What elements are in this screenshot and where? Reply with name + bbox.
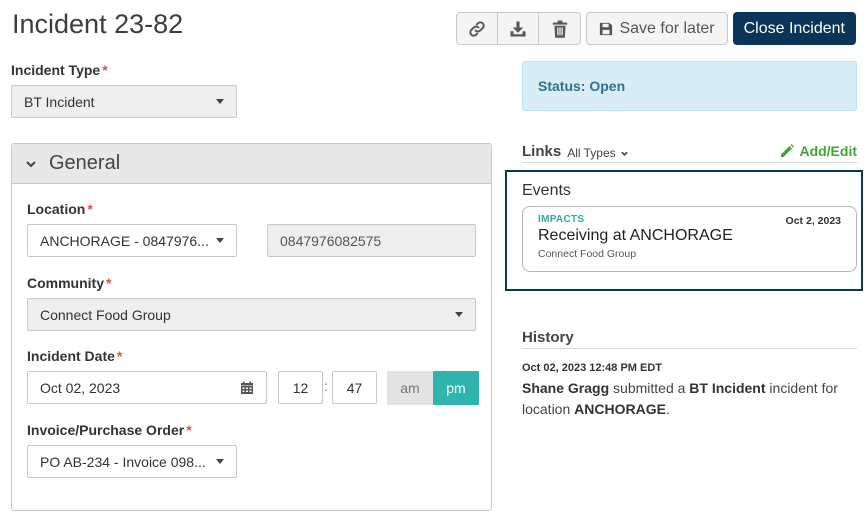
links-title: Links — [522, 143, 562, 160]
hour-input[interactable]: 12 — [278, 371, 323, 404]
add-edit-label: Add/Edit — [799, 143, 857, 159]
history-location: ANCHORAGE — [574, 401, 666, 417]
history-timestamp: Oct 02, 2023 12:48 PM EDT — [522, 362, 663, 374]
history-incident-type: BT Incident — [689, 380, 766, 396]
am-button[interactable]: am — [387, 371, 433, 405]
floppy-disk-icon — [600, 22, 613, 35]
invoice-value: PO AB-234 - Invoice 098... — [40, 453, 206, 470]
incident-date-input[interactable]: Oct 02, 2023 — [27, 371, 267, 404]
incident-type-label: Incident Type * — [11, 62, 108, 78]
community-value: Connect Food Group — [40, 306, 171, 323]
invoice-label: Invoice/Purchase Order * — [27, 422, 192, 438]
page-title: Incident 23-82 — [12, 9, 184, 39]
event-name: Receiving at ANCHORAGE — [538, 227, 733, 244]
delete-button[interactable] — [539, 13, 581, 44]
history-entry: Shane Gragg submitted a BT Incident inci… — [522, 380, 838, 417]
trash-icon — [552, 20, 568, 38]
minute-input[interactable]: 47 — [332, 371, 377, 404]
chevron-down-icon — [216, 459, 224, 464]
status-banner: Status: Open — [522, 61, 857, 111]
incident-date-value: Oct 02, 2023 — [40, 379, 121, 396]
incident-type-select[interactable]: BT Incident — [11, 85, 237, 118]
chevron-down-icon — [26, 160, 36, 167]
action-button-group — [456, 12, 582, 45]
chevron-down-icon — [216, 99, 224, 104]
location-label: Location * — [27, 201, 93, 217]
event-date: Oct 2, 2023 — [785, 215, 841, 227]
history-user: Shane Gragg — [522, 380, 610, 396]
links-filter-value: All Types — [567, 146, 616, 160]
close-incident-button[interactable]: Close Incident — [732, 12, 856, 45]
links-header: Links All Types Add/Edit — [522, 143, 857, 163]
location-select[interactable]: ANCHORAGE - 0847976... — [27, 224, 237, 257]
link-icon — [469, 20, 486, 37]
chevron-down-icon — [216, 238, 224, 243]
pencil-icon — [781, 144, 795, 157]
location-code-field: 0847976082575 — [267, 224, 476, 257]
link-button[interactable] — [457, 13, 499, 44]
community-label: Community * — [27, 275, 112, 291]
chevron-down-icon — [620, 151, 628, 156]
general-panel-title: General — [49, 152, 121, 174]
download-button[interactable] — [498, 13, 540, 44]
events-title: Events — [522, 182, 571, 199]
calendar-icon[interactable] — [240, 381, 254, 395]
save-for-later-label: Save for later — [619, 19, 715, 37]
incident-date-label: Incident Date * — [27, 348, 123, 364]
location-value: ANCHORAGE - 0847976... — [40, 232, 208, 249]
links-filter-dropdown[interactable]: All Types — [567, 146, 628, 160]
download-icon — [510, 21, 526, 36]
history-title: History — [522, 329, 857, 349]
chevron-down-icon — [455, 312, 463, 317]
general-panel-header[interactable]: General — [12, 144, 491, 184]
pm-button[interactable]: pm — [433, 371, 479, 405]
save-for-later-button[interactable]: Save for later — [586, 12, 728, 45]
event-community: Connect Food Group — [538, 248, 637, 260]
time-separator: : — [324, 378, 328, 394]
incident-type-value: BT Incident — [24, 93, 95, 110]
community-select[interactable]: Connect Food Group — [27, 298, 476, 331]
toolbar: Save for later Close Incident — [456, 12, 856, 45]
invoice-select[interactable]: PO AB-234 - Invoice 098... — [27, 445, 237, 478]
events-section: Events IMPACTS Oct 2, 2023 Receiving at … — [505, 170, 863, 291]
add-edit-links-button[interactable]: Add/Edit — [780, 143, 857, 159]
event-card[interactable]: IMPACTS Oct 2, 2023 Receiving at ANCHORA… — [522, 206, 857, 272]
am-pm-toggle: am pm — [387, 371, 479, 405]
